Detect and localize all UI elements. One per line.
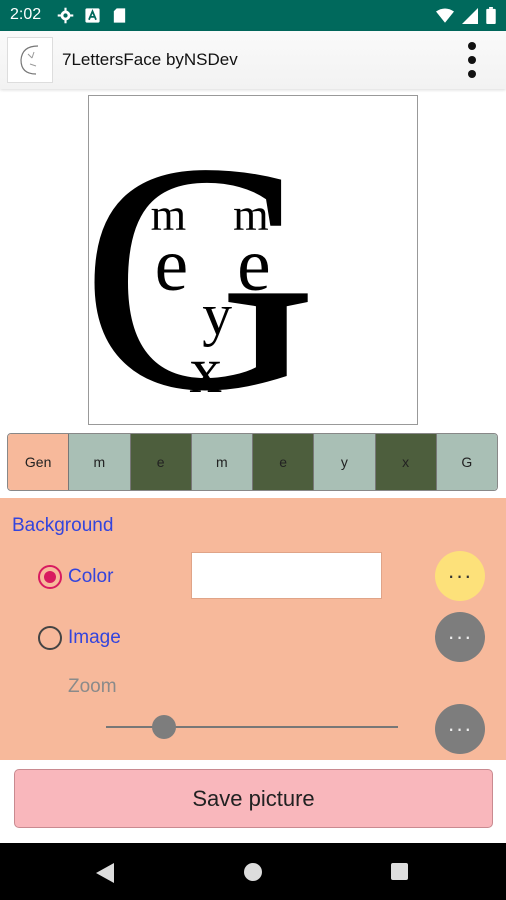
- image-more-button[interactable]: ···: [435, 612, 485, 662]
- app-screen: 2:02 7LettersFace byNSDev G m m e e y x …: [0, 0, 506, 900]
- color-more-button[interactable]: ···: [435, 551, 485, 601]
- color-radio[interactable]: [38, 565, 62, 589]
- zoom-slider-thumb[interactable]: [152, 715, 177, 739]
- face-preview-canvas: G m m e e y x: [89, 96, 318, 424]
- more-vert-icon[interactable]: [446, 35, 496, 85]
- status-time: 2:02: [10, 6, 42, 23]
- tab-gen[interactable]: Gen: [8, 434, 70, 490]
- app-bar: 7LettersFace byNSDev: [0, 31, 506, 89]
- battery-icon: [486, 7, 496, 24]
- app-title: 7LettersFace byNSDev: [62, 50, 238, 69]
- back-icon[interactable]: [96, 863, 114, 883]
- save-picture-button[interactable]: Save picture: [14, 769, 493, 828]
- image-label: Image: [68, 627, 121, 648]
- status-bar: 2:02: [0, 0, 506, 31]
- tab-letter-e-2[interactable]: e: [253, 434, 315, 490]
- image-radio[interactable]: [38, 626, 62, 650]
- wifi-icon: [436, 8, 454, 23]
- tab-letter-y[interactable]: y: [314, 434, 376, 490]
- background-color-swatch[interactable]: [191, 552, 382, 599]
- app-logo-icon: [7, 37, 53, 83]
- a-icon: [85, 8, 100, 23]
- zoom-label: Zoom: [68, 676, 117, 697]
- image-option[interactable]: Image: [38, 626, 121, 650]
- tab-letter-m-1[interactable]: m: [69, 434, 131, 490]
- home-icon[interactable]: [243, 862, 263, 882]
- tab-letter-m-2[interactable]: m: [191, 434, 253, 490]
- face-preview: G m m e e y x: [88, 95, 418, 425]
- gear-icon: [57, 7, 74, 24]
- tab-letter-g[interactable]: G: [436, 434, 497, 490]
- color-option[interactable]: Color: [38, 565, 113, 589]
- background-panel: Background Color ··· Image ··· Zoom ···: [0, 498, 506, 760]
- signal-icon: [462, 7, 478, 24]
- recents-icon[interactable]: [391, 863, 408, 880]
- color-label: Color: [68, 566, 114, 587]
- tab-letter-x[interactable]: x: [375, 434, 437, 490]
- zoom-more-button[interactable]: ···: [435, 704, 485, 754]
- zoom-slider[interactable]: [106, 715, 398, 739]
- tab-letter-e-1[interactable]: e: [130, 434, 192, 490]
- letter-tabs: Gen m e m e y x G: [7, 433, 498, 491]
- background-heading: Background: [12, 515, 114, 536]
- zoom-slider-track: [106, 726, 398, 728]
- navigation-bar: [0, 843, 506, 900]
- sd-card-icon: [113, 8, 126, 23]
- letter-e-right: e: [237, 224, 271, 307]
- letter-e-left: e: [155, 224, 189, 307]
- letter-x: x: [189, 335, 222, 407]
